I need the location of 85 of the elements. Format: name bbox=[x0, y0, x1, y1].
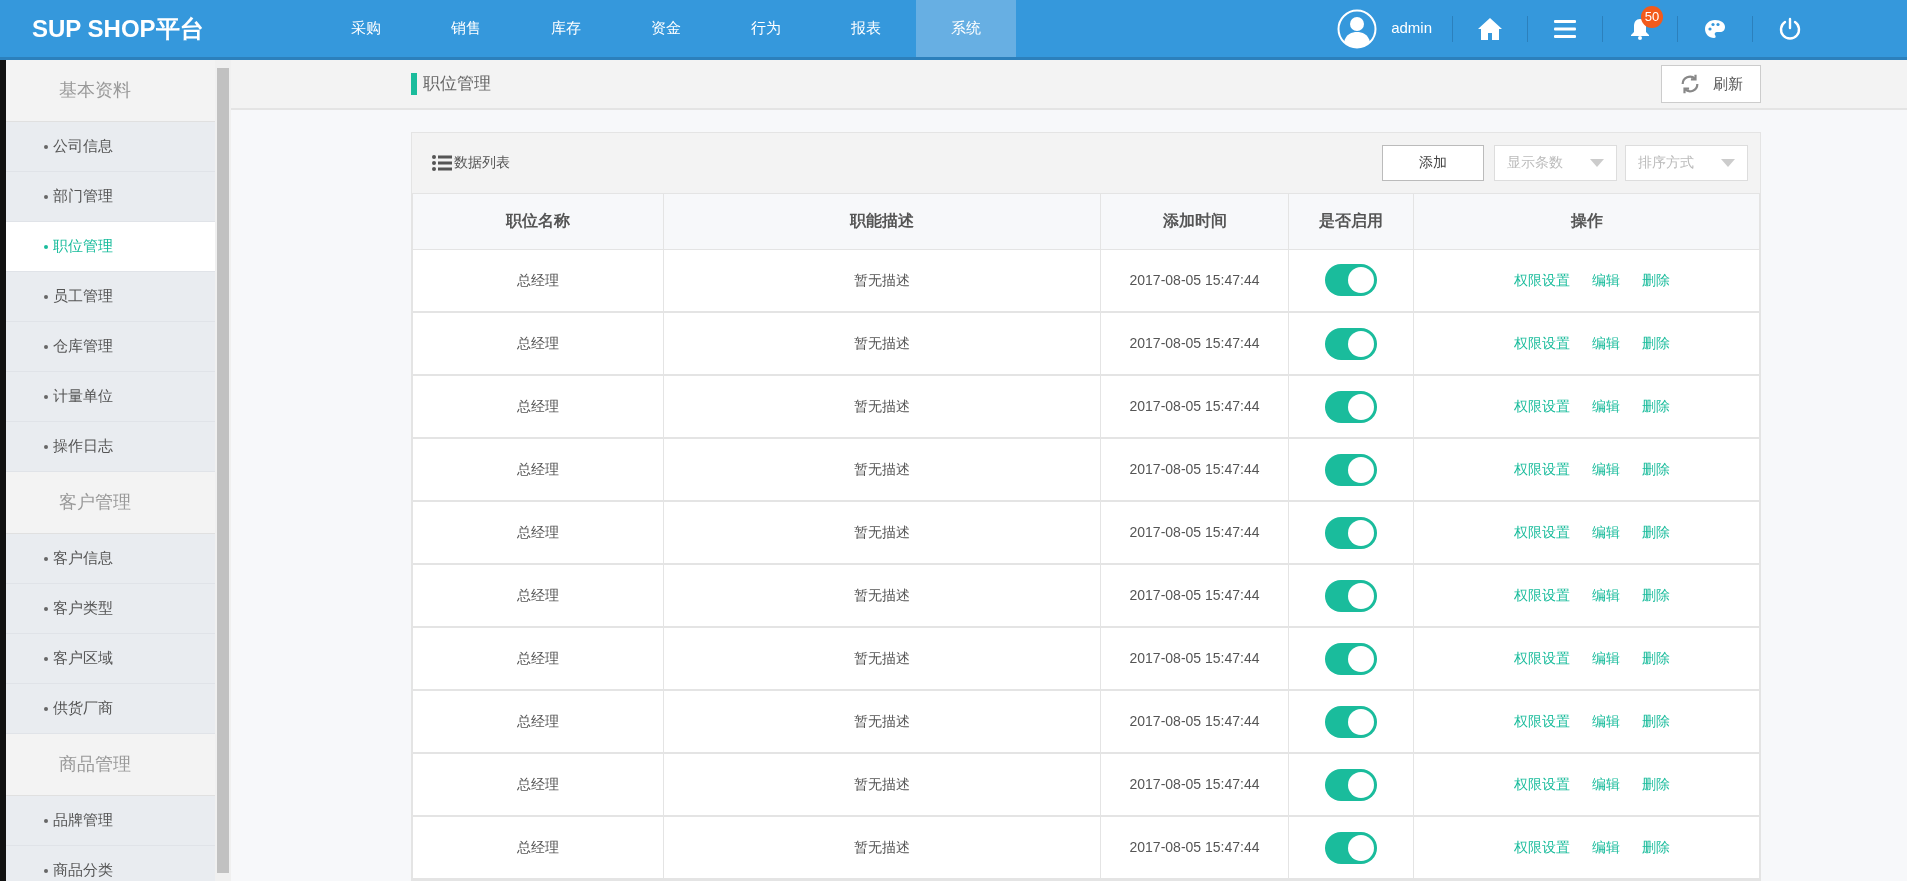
action-link[interactable]: 删除 bbox=[1641, 333, 1670, 354]
menu-icon[interactable] bbox=[1554, 19, 1576, 38]
add-button[interactable]: 添加 bbox=[1382, 144, 1484, 181]
caret-icon bbox=[1590, 158, 1604, 167]
page-size-select[interactable]: 显示条数 bbox=[1494, 144, 1617, 181]
nav-tab[interactable]: 资金 bbox=[616, 0, 716, 57]
action-link[interactable]: 编辑 bbox=[1591, 396, 1620, 417]
toggle-switch[interactable] bbox=[1325, 768, 1377, 801]
toggle-switch[interactable] bbox=[1325, 327, 1377, 360]
action-link[interactable]: 删除 bbox=[1641, 711, 1670, 732]
toggle-switch[interactable] bbox=[1325, 264, 1377, 297]
action-link[interactable]: 编辑 bbox=[1591, 522, 1620, 543]
refresh-icon bbox=[1679, 72, 1701, 95]
nav-tab[interactable]: 系统 bbox=[916, 0, 1016, 57]
user-name[interactable]: admin bbox=[1391, 17, 1432, 40]
table-cell: 总经理 bbox=[412, 690, 664, 753]
action-link[interactable]: 权限设置 bbox=[1513, 648, 1570, 669]
panel-title: 数据列表 bbox=[454, 153, 510, 172]
action-link[interactable]: 编辑 bbox=[1591, 837, 1620, 858]
action-link[interactable]: 权限设置 bbox=[1513, 396, 1570, 417]
palette-icon[interactable] bbox=[1704, 18, 1726, 39]
action-link[interactable]: 编辑 bbox=[1591, 459, 1620, 480]
action-link[interactable]: 编辑 bbox=[1591, 711, 1620, 732]
nav-tab[interactable]: 报表 bbox=[816, 0, 916, 57]
toggle-switch[interactable] bbox=[1325, 705, 1377, 738]
nav-tab[interactable]: 销售 bbox=[416, 0, 516, 57]
action-link[interactable]: 删除 bbox=[1641, 837, 1670, 858]
action-link[interactable]: 删除 bbox=[1641, 396, 1670, 417]
table-cell: 总经理 bbox=[412, 249, 664, 312]
sidebar-group-title[interactable]: 客户管理 bbox=[6, 472, 215, 534]
action-link[interactable]: 权限设置 bbox=[1513, 711, 1570, 732]
action-link[interactable]: 权限设置 bbox=[1513, 459, 1570, 480]
table-cell: 总经理 bbox=[412, 816, 664, 879]
action-link[interactable]: 权限设置 bbox=[1513, 522, 1570, 543]
caret-icon bbox=[1721, 158, 1735, 167]
action-link[interactable]: 删除 bbox=[1641, 459, 1670, 480]
action-link[interactable]: 编辑 bbox=[1591, 774, 1620, 795]
table-cell: 总经理 bbox=[412, 375, 664, 438]
action-link[interactable]: 编辑 bbox=[1591, 333, 1620, 354]
toggle-switch[interactable] bbox=[1325, 831, 1377, 864]
logo: SUP SHOP平台 bbox=[31, 13, 205, 44]
table-cell: 总经理 bbox=[412, 438, 664, 501]
table-cell: 总经理 bbox=[412, 312, 664, 375]
sidebar-group-title[interactable]: 商品管理 bbox=[6, 734, 215, 796]
list-icon bbox=[432, 154, 452, 171]
nav-tab[interactable]: 行为 bbox=[716, 0, 816, 57]
sort-select[interactable]: 排序方式 bbox=[1625, 144, 1748, 181]
avatar-icon bbox=[1337, 8, 1378, 49]
toggle-switch[interactable] bbox=[1325, 390, 1377, 423]
action-link[interactable]: 编辑 bbox=[1591, 585, 1620, 606]
action-link[interactable]: 编辑 bbox=[1591, 269, 1620, 291]
action-link[interactable]: 删除 bbox=[1641, 585, 1670, 606]
table-cell: 总经理 bbox=[412, 753, 664, 816]
toggle-switch[interactable] bbox=[1325, 579, 1377, 612]
accent-bar bbox=[411, 72, 417, 95]
nav-tab[interactable]: 库存 bbox=[516, 0, 616, 57]
sidebar-group-title[interactable]: 基本资料 bbox=[6, 60, 215, 122]
toggle-switch[interactable] bbox=[1325, 453, 1377, 486]
column-header: 操作 bbox=[1413, 193, 1760, 249]
column-header: 是否启用 bbox=[1288, 193, 1414, 249]
column-header: 职位名称 bbox=[412, 193, 664, 249]
action-link[interactable]: 删除 bbox=[1641, 269, 1670, 291]
table-cell: 总经理 bbox=[412, 564, 664, 627]
action-link[interactable]: 权限设置 bbox=[1513, 837, 1570, 858]
action-link[interactable]: 权限设置 bbox=[1513, 774, 1570, 795]
refresh-button[interactable]: 刷新 bbox=[1661, 64, 1761, 103]
action-link[interactable]: 删除 bbox=[1641, 522, 1670, 543]
action-link[interactable]: 权限设置 bbox=[1513, 269, 1570, 291]
nav-tab[interactable]: 采购 bbox=[316, 0, 416, 57]
action-link[interactable]: 删除 bbox=[1641, 648, 1670, 669]
home-icon[interactable] bbox=[1477, 16, 1503, 41]
toggle-switch[interactable] bbox=[1325, 642, 1377, 675]
table-cell: 总经理 bbox=[412, 627, 664, 690]
column-header: 添加时间 bbox=[1100, 193, 1289, 249]
power-icon[interactable] bbox=[1778, 16, 1802, 41]
sidebar-item[interactable]: 职位管理 bbox=[6, 222, 215, 272]
page-title: 职位管理 bbox=[423, 73, 491, 95]
notification-badge: 50 bbox=[1641, 6, 1663, 28]
column-header: 职能描述 bbox=[663, 193, 1101, 249]
action-link[interactable]: 权限设置 bbox=[1513, 333, 1570, 354]
action-link[interactable]: 权限设置 bbox=[1513, 585, 1570, 606]
toggle-switch[interactable] bbox=[1325, 516, 1377, 549]
action-link[interactable]: 删除 bbox=[1641, 774, 1670, 795]
action-link[interactable]: 编辑 bbox=[1591, 648, 1620, 669]
table-cell: 总经理 bbox=[412, 501, 664, 564]
